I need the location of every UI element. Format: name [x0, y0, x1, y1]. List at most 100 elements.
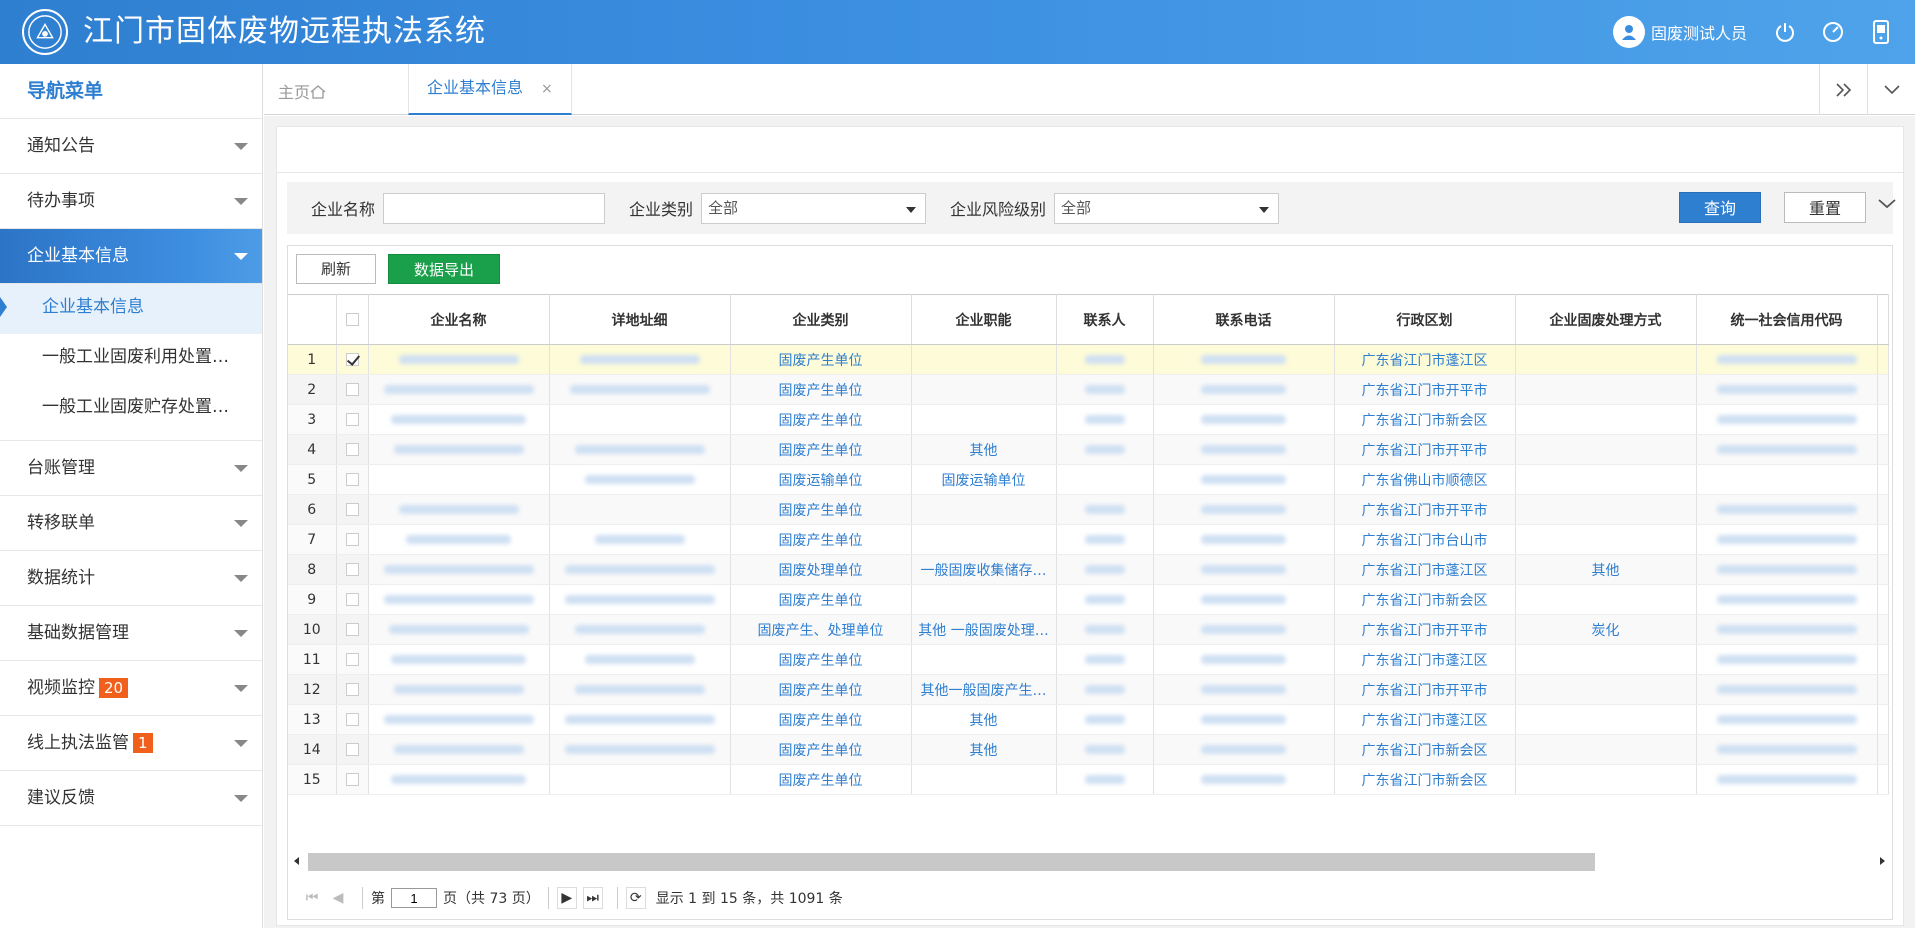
- column-header[interactable]: 详地址细: [549, 294, 731, 345]
- row-checkbox[interactable]: [336, 764, 369, 795]
- row-checkbox[interactable]: [336, 614, 369, 645]
- chevron-down-icon: [234, 685, 248, 692]
- row-checkbox[interactable]: [336, 404, 369, 435]
- sidebar-item-video-monitor[interactable]: 视频监控 20: [0, 661, 262, 716]
- export-button[interactable]: 数据导出: [388, 254, 500, 284]
- table-row[interactable]: 1 固废产生单位 广东省江门市蓬江区: [288, 344, 1889, 375]
- checkbox: [345, 773, 359, 786]
- row-checkbox[interactable]: [336, 674, 369, 705]
- table-row[interactable]: 8 固废处理单位 一般固废收集储存… 广东省江门市蓬江区 其他: [288, 554, 1889, 585]
- sidebar-item-transfer-manifest[interactable]: 转移联单: [0, 496, 262, 551]
- row-checkbox[interactable]: [336, 374, 369, 405]
- address-cell: [549, 734, 731, 765]
- pager-summary: 显示 1 到 15 条，共 1091 条: [655, 891, 843, 907]
- row-checkbox[interactable]: [336, 494, 369, 525]
- table-row[interactable]: 9 固废产生单位 广东省江门市新会区: [288, 584, 1889, 615]
- enterprise-name-input[interactable]: [383, 192, 606, 224]
- phone-cell: [1153, 614, 1335, 645]
- column-header[interactable]: 行政区划: [1334, 294, 1516, 345]
- column-header[interactable]: 联系电话: [1153, 294, 1335, 345]
- row-checkbox[interactable]: [336, 344, 369, 375]
- query-button[interactable]: 查询: [1679, 192, 1761, 223]
- row-checkbox[interactable]: [336, 554, 369, 585]
- sidebar-item-enterprise-info[interactable]: 企业基本信息: [0, 229, 262, 284]
- address-cell: [549, 764, 731, 795]
- select-all-checkbox[interactable]: [336, 294, 369, 345]
- expand-chevron-icon[interactable]: [1877, 196, 1901, 220]
- row-checkbox[interactable]: [336, 584, 369, 615]
- table-row[interactable]: 2 固废产生单位 广东省江门市开平市: [288, 374, 1889, 405]
- contact-cell: [1056, 584, 1154, 615]
- sidebar-item-statistics[interactable]: 数据统计: [0, 551, 262, 606]
- row-checkbox[interactable]: [336, 644, 369, 675]
- top-bar: 江门市固体废物远程执法系统 固废测试人员: [0, 0, 1915, 64]
- table-row[interactable]: 13 固废产生单位 其他 广东省江门市蓬江区: [288, 704, 1889, 735]
- chevron-down-icon: [234, 465, 248, 472]
- dashboard-icon[interactable]: [1819, 18, 1847, 46]
- column-header[interactable]: 企业名称: [368, 294, 550, 345]
- table-row[interactable]: 12 固废产生单位 其他一般固废产生… 广东省江门市开平市: [288, 674, 1889, 705]
- last-page-icon[interactable]: ⏭: [582, 887, 603, 909]
- contact-cell: [1056, 764, 1154, 795]
- row-checkbox[interactable]: [336, 524, 369, 555]
- sidebar: 导航菜单 通知公告 待办事项 企业基本信息 企业基本信息 一般工业固废利用处置……: [0, 64, 263, 928]
- power-icon[interactable]: [1771, 18, 1799, 46]
- prev-page-icon[interactable]: ◀: [328, 887, 348, 909]
- risk-level-select[interactable]: 全部: [1054, 192, 1280, 224]
- sidebar-item-todo[interactable]: 待办事项: [0, 174, 262, 229]
- table-row[interactable]: 15 固废产生单位 广东省江门市新会区: [288, 764, 1889, 795]
- first-page-icon[interactable]: ⏮: [302, 887, 322, 909]
- enterprise-name-cell: [368, 434, 550, 465]
- horizontal-scrollbar[interactable]: [288, 850, 1892, 872]
- sidebar-item-ledger[interactable]: 台账管理: [0, 441, 262, 496]
- credit-code-cell: [1696, 434, 1878, 465]
- enterprise-type-select[interactable]: 全部: [701, 192, 927, 224]
- mobile-icon[interactable]: [1867, 18, 1895, 46]
- column-header[interactable]: 企业类别: [730, 294, 912, 345]
- sidebar-subitem-storage-disposal[interactable]: 一般工业固废贮存处置…: [0, 384, 262, 434]
- row-checkbox[interactable]: [336, 434, 369, 465]
- sidebar-item-feedback[interactable]: 建议反馈: [0, 771, 262, 826]
- page-number-input[interactable]: [391, 888, 437, 908]
- column-header[interactable]: 统一社会信用代码: [1696, 294, 1878, 345]
- reload-icon[interactable]: ⟳: [625, 887, 646, 909]
- address-cell: [549, 584, 731, 615]
- enterprise-type-cell: 固废产生单位: [730, 584, 912, 615]
- row-number: 12: [288, 674, 337, 705]
- table-row[interactable]: 7 固废产生单位 广东省江门市台山市: [288, 524, 1889, 555]
- reset-button[interactable]: 重置: [1784, 192, 1866, 223]
- table-row[interactable]: 6 固废产生单位 广东省江门市开平市: [288, 494, 1889, 525]
- sidebar-subitem-utilization-disposal[interactable]: 一般工业固废利用处置…: [0, 334, 262, 384]
- tab-home[interactable]: 主页: [278, 79, 326, 103]
- enterprise-function-cell: 其他一般固废产生…: [911, 674, 1057, 705]
- overflow-cell: [1877, 674, 1889, 705]
- table-row[interactable]: 3 固废产生单位 广东省江门市新会区: [288, 404, 1889, 435]
- table-row[interactable]: 4 固废产生单位 其他 广东省江门市开平市: [288, 434, 1889, 465]
- table-row[interactable]: 14 固废产生单位 其他 广东省江门市新会区: [288, 734, 1889, 765]
- user-name[interactable]: 固废测试人员: [1651, 20, 1747, 44]
- disposal-method-cell: [1515, 434, 1697, 465]
- row-checkbox[interactable]: [336, 464, 369, 495]
- row-number: 14: [288, 734, 337, 765]
- tab-enterprise-info[interactable]: 企业基本信息 ×: [408, 64, 572, 115]
- phone-cell: [1153, 704, 1335, 735]
- column-header[interactable]: 联系人: [1056, 294, 1154, 345]
- table-row[interactable]: 5 固废运输单位 固废运输单位 广东省佛山市顺德区: [288, 464, 1889, 495]
- close-icon[interactable]: ×: [541, 81, 553, 97]
- column-header[interactable]: 企业固废处理方式: [1515, 294, 1697, 345]
- sidebar-subitem-enterprise-info[interactable]: 企业基本信息: [0, 284, 262, 334]
- row-number: 5: [288, 464, 337, 495]
- user-avatar-icon[interactable]: [1612, 16, 1645, 48]
- sidebar-item-basic-data[interactable]: 基础数据管理: [0, 606, 262, 661]
- chevron-down-icon[interactable]: [1867, 64, 1915, 115]
- sidebar-item-notice[interactable]: 通知公告: [0, 119, 262, 174]
- refresh-button[interactable]: 刷新: [296, 254, 376, 284]
- double-chevron-right-icon[interactable]: [1819, 64, 1867, 115]
- row-checkbox[interactable]: [336, 734, 369, 765]
- sidebar-item-online-enforcement[interactable]: 线上执法监管 1: [0, 716, 262, 771]
- row-checkbox[interactable]: [336, 704, 369, 735]
- table-row[interactable]: 11 固废产生单位 广东省江门市蓬江区: [288, 644, 1889, 675]
- table-row[interactable]: 10 固废产生、处理单位 其他 一般固废处理… 广东省江门市开平市 炭化: [288, 614, 1889, 645]
- column-header[interactable]: 企业职能: [911, 294, 1057, 345]
- next-page-icon[interactable]: ▶: [556, 887, 577, 909]
